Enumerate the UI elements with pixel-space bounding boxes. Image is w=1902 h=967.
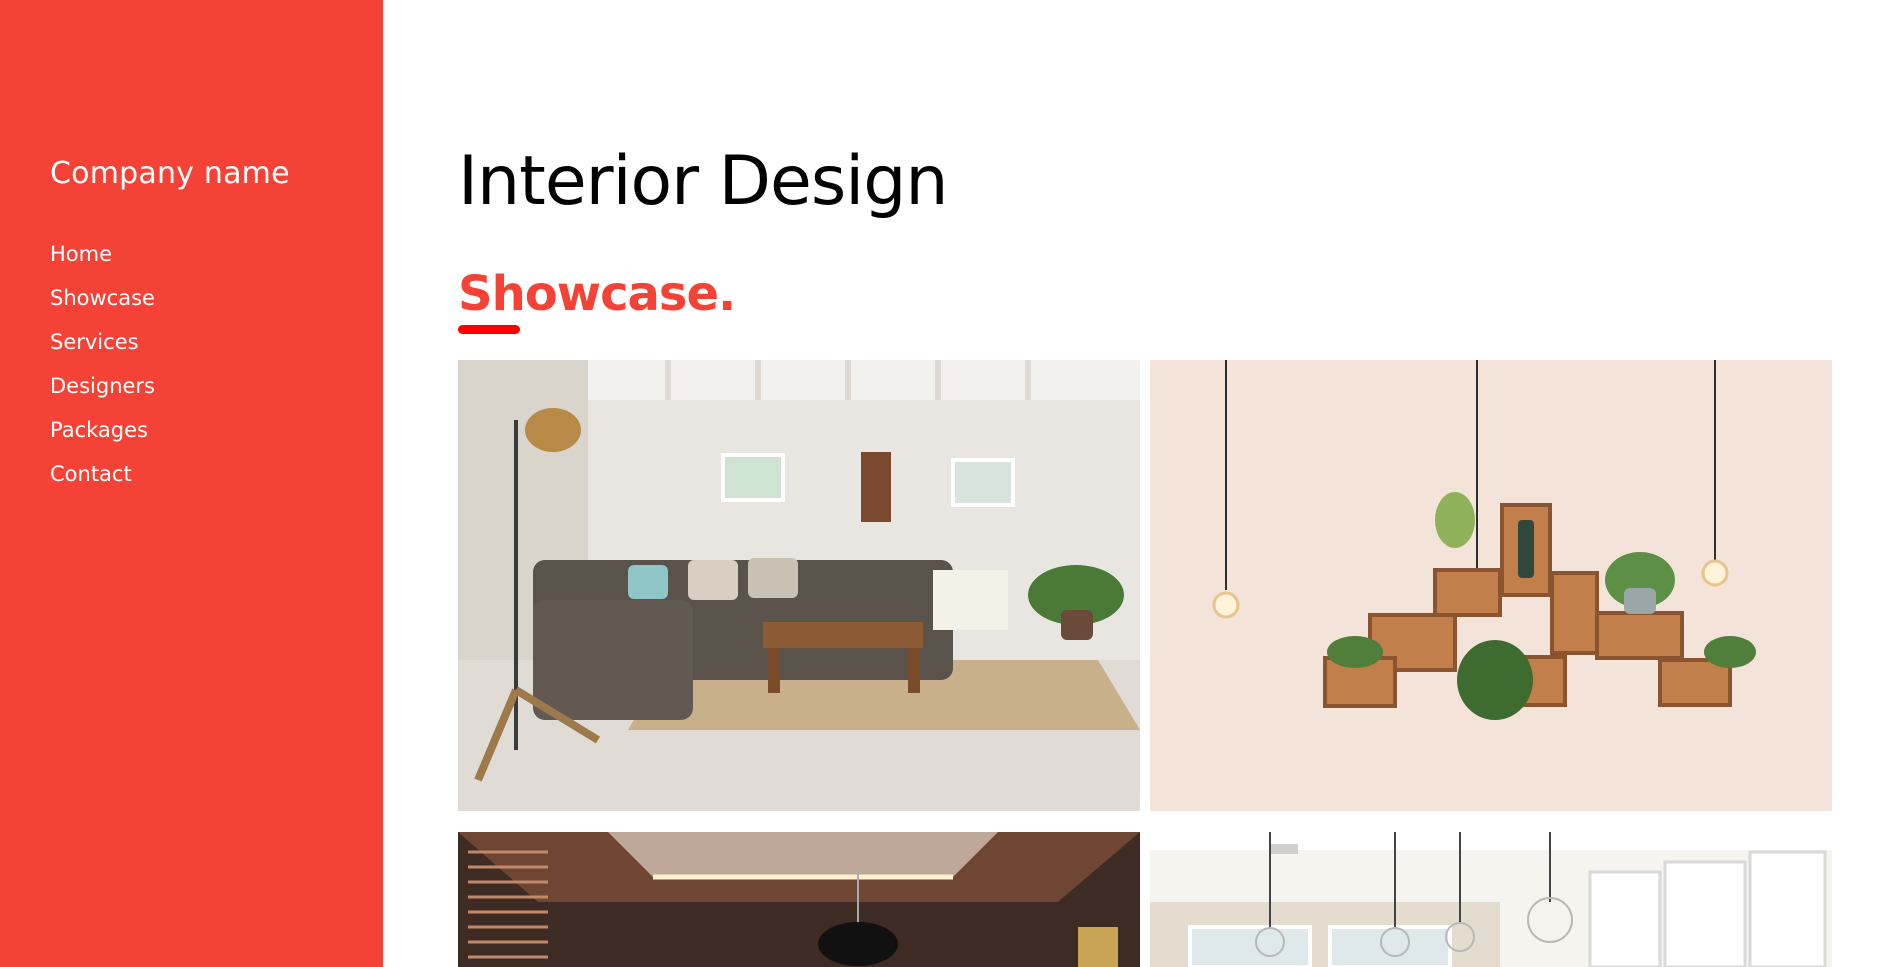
showcase-photo-living-room[interactable] — [458, 360, 1140, 811]
showcase-heading: Showcase. — [458, 265, 736, 322]
nav-services[interactable]: Services — [50, 320, 155, 364]
sidebar: Company name Home Showcase Services Desi… — [0, 0, 383, 967]
page-title: Interior Design — [458, 141, 948, 221]
showcase-photo-dining-room[interactable] — [458, 832, 1140, 967]
sidebar-nav: Home Showcase Services Designers Package… — [50, 232, 155, 496]
nav-designers[interactable]: Designers — [50, 364, 155, 408]
showcase-photo-crate-shelves[interactable] — [1150, 360, 1832, 811]
nav-contact[interactable]: Contact — [50, 452, 155, 496]
showcase-photo-kitchen[interactable] — [1150, 832, 1832, 967]
heading-underline — [458, 325, 520, 334]
nav-home[interactable]: Home — [50, 232, 155, 276]
nav-showcase[interactable]: Showcase — [50, 276, 155, 320]
company-name[interactable]: Company name — [50, 156, 290, 191]
nav-packages[interactable]: Packages — [50, 408, 155, 452]
